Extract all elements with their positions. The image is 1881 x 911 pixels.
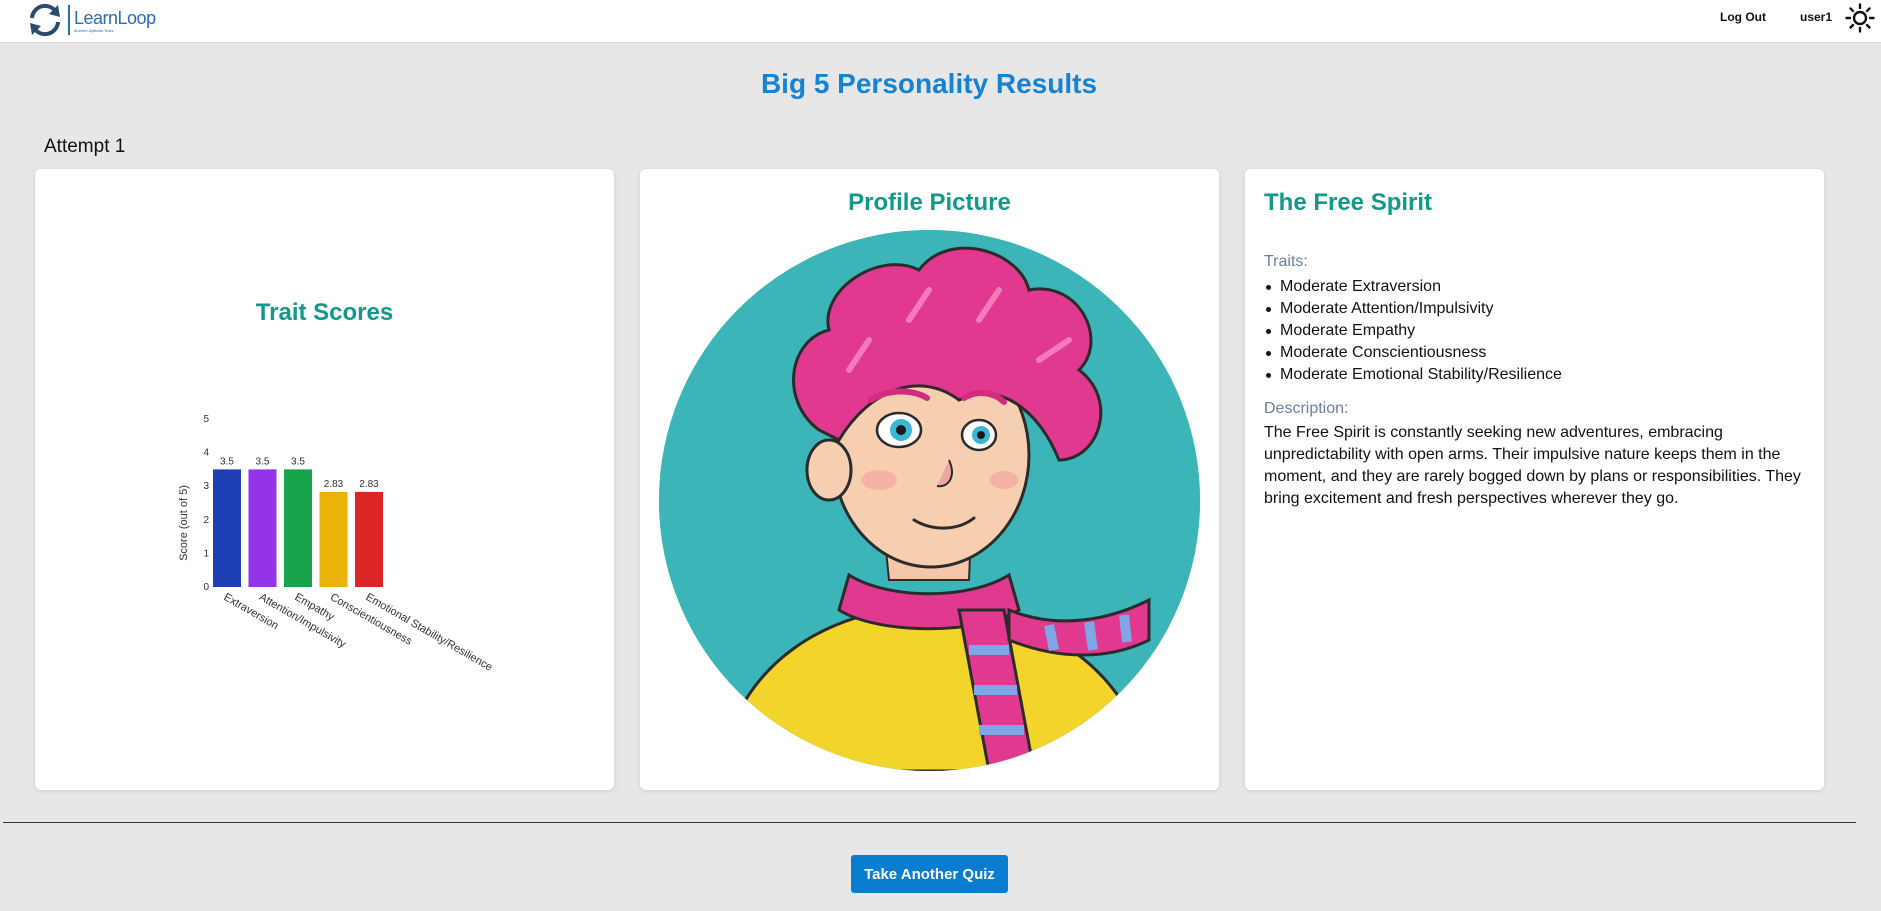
attempt-label: Attempt 1: [44, 136, 126, 157]
profile-picture-title: Profile Picture: [848, 189, 1011, 216]
description-label: Description:: [1264, 400, 1349, 417]
page-title: Big 5 Personality Results: [760, 68, 1098, 99]
bar-attention-impulsivity: [248, 469, 277, 587]
profile-picture-card: Profile Picture: [640, 169, 1219, 790]
logo-text: LearnLoop Modern Aptitude Tests: [74, 8, 156, 33]
refresh-loop-icon: [30, 3, 60, 37]
traits-label: Traits:: [1264, 253, 1308, 270]
y-tick-label: 5: [203, 414, 209, 425]
y-tick-label: 4: [203, 448, 209, 459]
avatar-illustration: [659, 230, 1200, 771]
trait-item: Moderate Emotional Stability/Resilience: [1266, 364, 1800, 386]
personality-type-title: The Free Spirit: [1264, 189, 1433, 216]
take-another-quiz-button[interactable]: Take Another Quiz: [851, 855, 1008, 893]
trait-scores-chart: 012345Score (out of 5)3.5Extraversion3.5…: [178, 414, 494, 674]
learnloop-logo[interactable]: LearnLoop Modern Aptitude Tests: [24, 1, 156, 39]
logo-name: LearnLoop: [74, 7, 156, 28]
personality-type-card: The Free Spirit Traits: Moderate Extrave…: [1245, 169, 1824, 790]
bar-value-label: 2.83: [359, 479, 379, 490]
y-tick-label: 3: [203, 481, 209, 492]
trait-item: Moderate Attention/Impulsivity: [1266, 298, 1800, 320]
top-navigation-bar: LearnLoop Modern Aptitude Tests Log Out …: [0, 0, 1881, 43]
bar-value-label: 3.5: [220, 456, 234, 467]
y-tick-label: 1: [203, 548, 209, 559]
trait-item: Moderate Empathy: [1266, 320, 1800, 342]
bar-empathy: [284, 469, 312, 587]
logo-divider: [68, 5, 70, 35]
trait-item: Moderate Extraversion: [1266, 276, 1800, 298]
bar-emotional-stability-resilience: [355, 491, 383, 587]
section-divider: [3, 822, 1856, 823]
bar-conscientiousness: [319, 491, 348, 587]
bar-value-label: 3.5: [256, 456, 270, 467]
bar-value-label: 2.83: [324, 479, 344, 490]
trait-item: Moderate Conscientiousness: [1266, 342, 1800, 364]
bar-extraversion: [213, 469, 241, 587]
personality-description: The Free Spirit is constantly seeking ne…: [1264, 424, 1801, 507]
bar-value-label: 3.5: [291, 456, 305, 467]
username-label[interactable]: user1: [1800, 10, 1832, 24]
logo-tagline: Modern Aptitude Tests: [74, 27, 114, 33]
y-axis-label: Score (out of 5): [178, 485, 190, 561]
y-tick-label: 0: [203, 582, 209, 593]
traits-list: Moderate Extraversion Moderate Attention…: [1266, 276, 1800, 386]
logout-link[interactable]: Log Out: [1720, 10, 1766, 24]
trait-scores-card: Trait Scores 0 1 2 3 4 5 Score (out of 5) 3.5 Ex…: [35, 169, 614, 790]
y-tick-label: 2: [203, 515, 209, 526]
profile-avatar: [659, 230, 1200, 771]
sun-icon[interactable]: [1845, 3, 1875, 33]
